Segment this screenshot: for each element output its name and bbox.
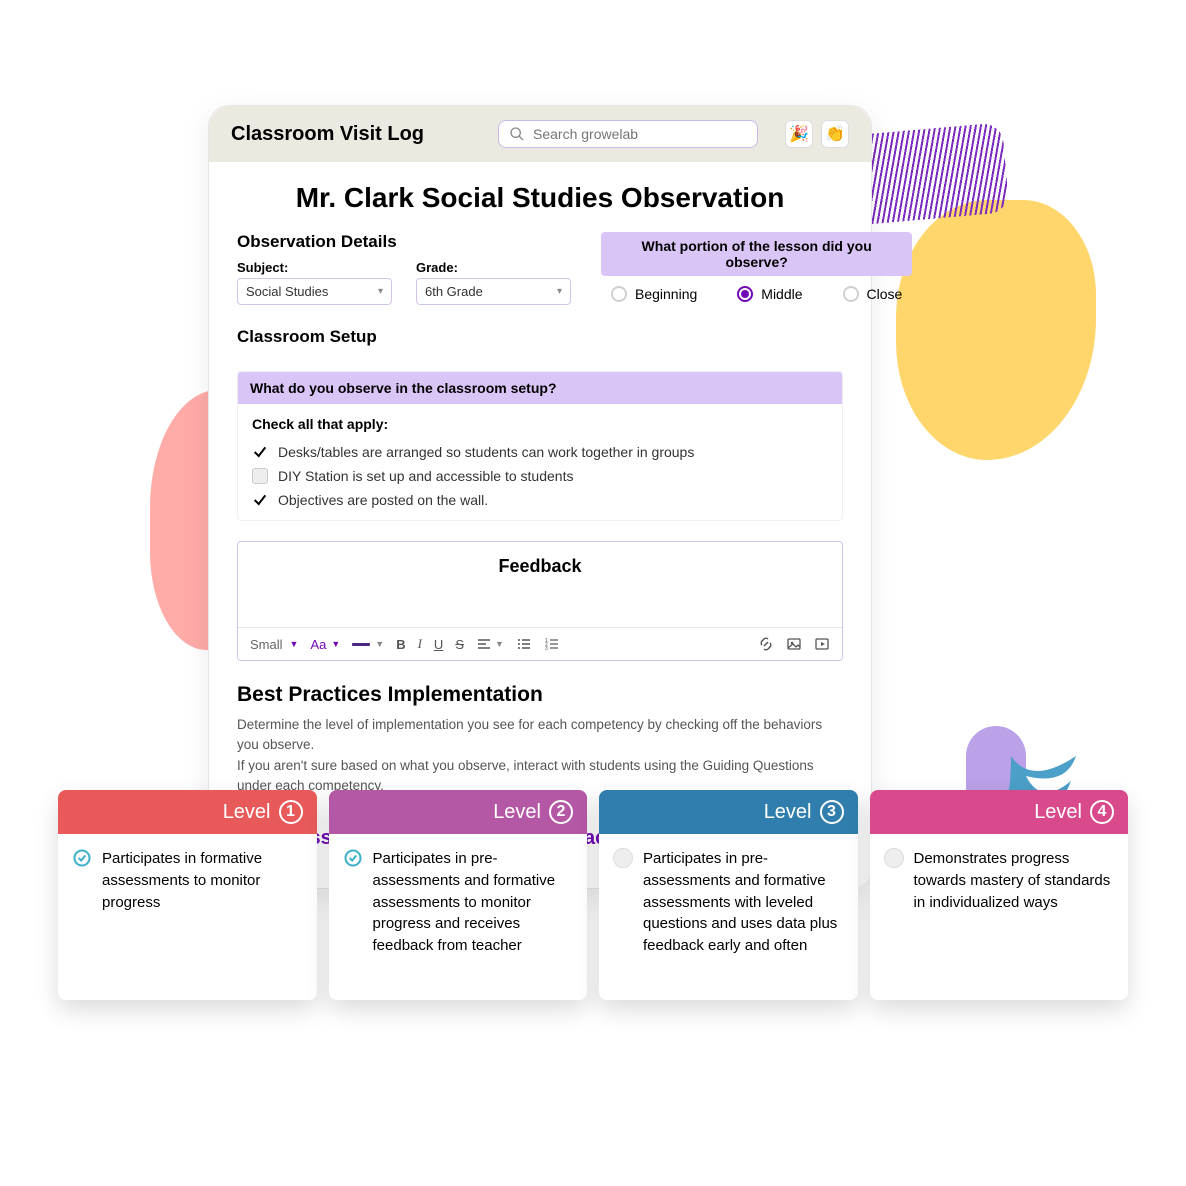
italic-button[interactable]: I	[418, 636, 422, 652]
bullet-list-button[interactable]	[516, 636, 532, 652]
feedback-title: Feedback	[238, 542, 842, 627]
level-label: Level	[223, 801, 271, 824]
image-icon	[786, 636, 802, 652]
checkbox-label: DIY Station is set up and accessible to …	[278, 468, 573, 484]
level-text: Participates in pre-assessments and form…	[373, 848, 574, 957]
checkbox-row-objectives[interactable]: Objectives are posted on the wall.	[252, 488, 828, 512]
section-title-classroom-setup: Classroom Setup	[237, 327, 843, 347]
level-card-2: Level 2 Participates in pre-assessments …	[329, 790, 588, 1000]
classroom-setup-banner: What do you observe in the classroom set…	[238, 372, 842, 404]
confetti-icon-button[interactable]: 🎉	[785, 120, 813, 148]
checkbox-row-desks[interactable]: Desks/tables are arranged so students ca…	[252, 440, 828, 464]
chevron-down-icon: ▼	[375, 639, 384, 649]
strikethrough-button[interactable]: S	[455, 637, 464, 652]
chevron-down-icon: ▾	[557, 286, 562, 297]
section-title-observation-details: Observation Details	[237, 232, 577, 252]
main-document-card: Classroom Visit Log 🎉 👏 Mr. Clark Social…	[208, 105, 872, 889]
portion-question-banner: What portion of the lesson did you obser…	[601, 232, 912, 276]
radio-dot-icon	[737, 286, 753, 302]
decorative-blob-yellow	[896, 200, 1096, 460]
checkbox-checked-icon	[252, 492, 268, 508]
grade-label: Grade:	[416, 260, 571, 275]
portion-radio-beginning[interactable]: Beginning	[611, 286, 697, 302]
numbered-list-icon: 123	[544, 636, 560, 652]
checkbox-label: Objectives are posted on the wall.	[278, 492, 488, 508]
clap-icon-button[interactable]: 👏	[821, 120, 849, 148]
level-number-badge: 4	[1090, 800, 1114, 824]
link-button[interactable]	[758, 636, 774, 652]
level-label: Level	[764, 801, 812, 824]
search-field[interactable]	[498, 120, 758, 148]
editor-toolbar: Small ▼ Aa ▼ ▼ B I U S ▼	[238, 627, 842, 660]
level-label: Level	[493, 801, 541, 824]
align-left-icon	[476, 636, 492, 652]
top-bar: Classroom Visit Log 🎉 👏	[209, 106, 871, 162]
portion-radio-close[interactable]: Close	[843, 286, 903, 302]
level-header: Level 1	[58, 790, 317, 834]
align-button[interactable]: ▼	[476, 636, 504, 652]
search-input[interactable]	[533, 126, 747, 142]
level-card-4: Level 4 Demonstrates progress towards ma…	[870, 790, 1129, 1000]
grade-select[interactable]: 6th Grade ▾	[416, 278, 571, 305]
level-text: Demonstrates progress towards mastery of…	[914, 848, 1115, 913]
level-number-badge: 3	[820, 800, 844, 824]
classroom-setup-subtitle: Check all that apply:	[252, 416, 828, 432]
level-card-1: Level 1 Participates in formative assess…	[58, 790, 317, 1000]
radio-dot-icon	[611, 286, 627, 302]
level-check-icon[interactable]	[343, 848, 363, 868]
chevron-down-icon: ▼	[495, 639, 504, 649]
chevron-down-icon: ▾	[378, 286, 383, 297]
portion-radio-middle[interactable]: Middle	[737, 286, 802, 302]
app-title: Classroom Visit Log	[231, 123, 424, 146]
text-style-select[interactable]: Aa ▼	[310, 637, 340, 652]
link-icon	[758, 636, 774, 652]
feedback-editor: Feedback Small ▼ Aa ▼ ▼ B I U S	[237, 541, 843, 661]
checkbox-label: Desks/tables are arranged so students ca…	[278, 444, 694, 460]
page-title: Mr. Clark Social Studies Observation	[237, 182, 843, 214]
color-bar-icon	[352, 643, 370, 646]
level-label: Level	[1034, 801, 1082, 824]
image-button[interactable]	[786, 636, 802, 652]
section-title-best-practices: Best Practices Implementation	[237, 683, 843, 707]
level-text: Participates in formative assessments to…	[102, 848, 303, 913]
radio-dot-icon	[843, 286, 859, 302]
level-header: Level 3	[599, 790, 858, 834]
search-icon	[509, 126, 525, 142]
level-card-3: Level 3 Participates in pre-assessments …	[599, 790, 858, 1000]
level-check-icon[interactable]	[613, 848, 633, 868]
font-size-select[interactable]: Small ▼	[250, 637, 298, 652]
checkbox-checked-icon	[252, 444, 268, 460]
video-icon	[814, 636, 830, 652]
chevron-down-icon: ▼	[331, 639, 340, 649]
radio-label: Middle	[761, 286, 802, 302]
radio-label: Close	[867, 286, 903, 302]
numbered-list-button[interactable]: 123	[544, 636, 560, 652]
best-practices-description: Determine the level of implementation yo…	[237, 715, 843, 796]
underline-button[interactable]: U	[434, 637, 443, 652]
svg-text:3: 3	[545, 646, 548, 652]
level-text: Participates in pre-assessments and form…	[643, 848, 844, 957]
text-style-label: Aa	[310, 637, 326, 652]
bold-button[interactable]: B	[396, 637, 405, 652]
portion-radio-group: Beginning Middle Close	[601, 286, 912, 302]
grade-value: 6th Grade	[425, 284, 483, 299]
checkbox-unchecked-icon	[252, 468, 268, 484]
level-check-icon[interactable]	[72, 848, 92, 868]
subject-label: Subject:	[237, 260, 392, 275]
checkbox-row-diy[interactable]: DIY Station is set up and accessible to …	[252, 464, 828, 488]
level-number-badge: 1	[279, 800, 303, 824]
chevron-down-icon: ▼	[290, 639, 299, 649]
level-cards-row: Level 1 Participates in formative assess…	[58, 790, 1128, 1000]
level-header: Level 4	[870, 790, 1129, 834]
level-number-badge: 2	[549, 800, 573, 824]
level-header: Level 2	[329, 790, 588, 834]
level-check-icon[interactable]	[884, 848, 904, 868]
subject-value: Social Studies	[246, 284, 328, 299]
subject-select[interactable]: Social Studies ▾	[237, 278, 392, 305]
radio-label: Beginning	[635, 286, 697, 302]
video-button[interactable]	[814, 636, 830, 652]
bullet-list-icon	[516, 636, 532, 652]
color-swatch[interactable]: ▼	[352, 639, 384, 649]
font-size-label: Small	[250, 637, 283, 652]
